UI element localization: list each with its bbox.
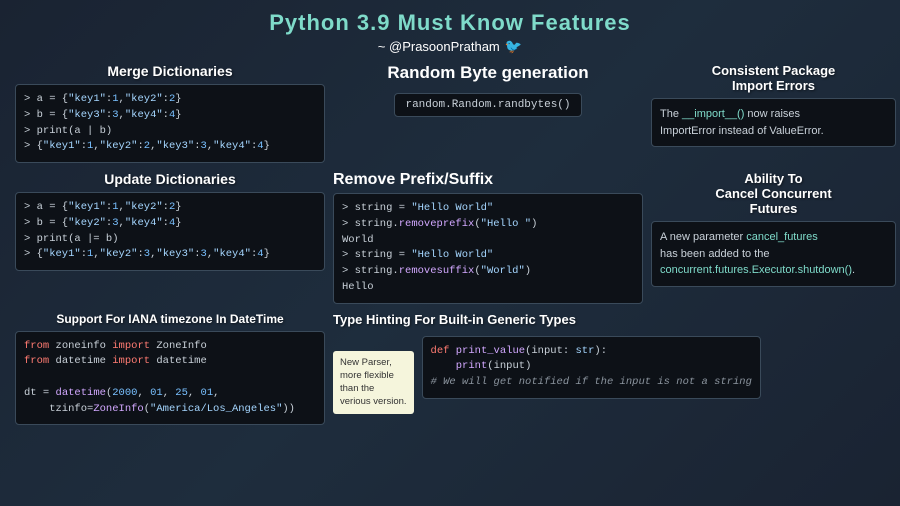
merge-dict-title: Merge Dictionaries <box>15 63 325 79</box>
type-hinting-section: Type Hinting For Built-in Generic Types … <box>333 312 896 426</box>
cancel-concurrent-section: Ability ToCancel ConcurrentFutures A new… <box>651 171 896 304</box>
type-hinting-title: Type Hinting For Built-in Generic Types <box>333 312 761 327</box>
content-grid: Merge Dictionaries > a = {"key1":1,"key2… <box>15 63 885 425</box>
cancel-concurrent-title: Ability ToCancel ConcurrentFutures <box>651 171 896 216</box>
new-parser-box: New Parser,more flexiblethan theverious … <box>333 351 414 414</box>
random-byte-section: Random Byte generation random.Random.ran… <box>333 63 643 163</box>
type-hinting-left: Type Hinting For Built-in Generic Types … <box>333 312 761 414</box>
remove-prefix-code: > string = "Hello World" > string.remove… <box>333 193 643 304</box>
header: Python 3.9 Must Know Features ~ @Prasoon… <box>15 10 885 55</box>
update-dict-code: > a = {"key1":1,"key2":2} > b = {"key2":… <box>15 192 325 271</box>
subtitle: ~ @PrasoonPratham 🐦 <box>15 38 885 55</box>
page-wrapper: Python 3.9 Must Know Features ~ @Prasoon… <box>0 0 900 506</box>
iana-title: Support For IANA timezone In DateTime <box>15 312 325 326</box>
iana-section: Support For IANA timezone In DateTime fr… <box>15 312 325 426</box>
consistent-pkg-title: Consistent PackageImport Errors <box>651 63 896 93</box>
type-hinting-code: def print_value(input: str): print(input… <box>422 336 761 399</box>
merge-dict-section: Merge Dictionaries > a = {"key1":1,"key2… <box>15 63 325 163</box>
main-title: Python 3.9 Must Know Features <box>15 10 885 36</box>
remove-prefix-title: Remove Prefix/Suffix <box>333 171 643 189</box>
consistent-pkg-text: The __import__() now raisesImportError i… <box>651 98 896 147</box>
random-byte-code: random.Random.randbytes() <box>394 93 581 117</box>
twitter-icon: 🐦 <box>505 38 522 55</box>
merge-dict-code: > a = {"key1":1,"key2":2} > b = {"key3":… <box>15 84 325 163</box>
random-byte-title: Random Byte generation <box>333 63 643 83</box>
iana-code: from zoneinfo import ZoneInfo from datet… <box>15 331 325 426</box>
remove-prefix-section: Remove Prefix/Suffix > string = "Hello W… <box>333 171 643 304</box>
consistent-pkg-section: Consistent PackageImport Errors The __im… <box>651 63 896 163</box>
update-dict-section: Update Dictionaries > a = {"key1":1,"key… <box>15 171 325 304</box>
cancel-concurrent-text: A new parameter cancel_futureshas been a… <box>651 221 896 287</box>
subtitle-text: ~ @PrasoonPratham <box>378 39 500 54</box>
update-dict-title: Update Dictionaries <box>15 171 325 187</box>
